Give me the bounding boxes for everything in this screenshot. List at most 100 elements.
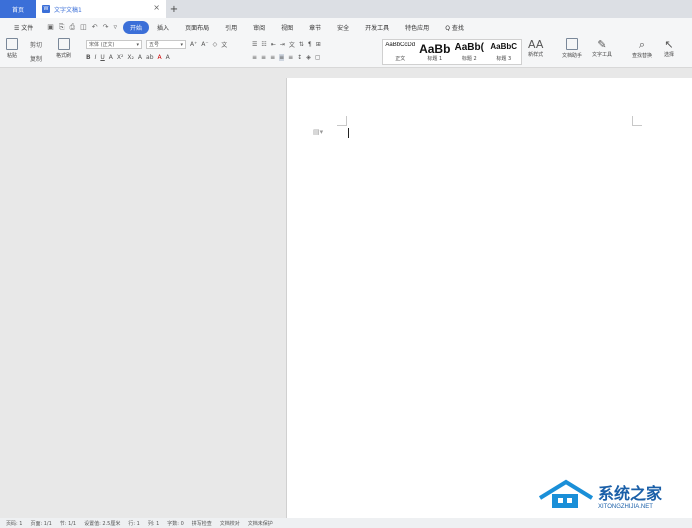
menu-bar: ☰ 文件 ▣ ⎘ ⎙ ◫ ↶ ↷ ▿ 开始 插入 页面布局 引用 审阅 视图 章…	[0, 18, 692, 36]
add-tab-button[interactable]: +	[166, 0, 182, 18]
tab-document[interactable]: W 文字文稿1 ×	[36, 0, 166, 18]
font-size-select[interactable]: 五号 ▾	[146, 40, 186, 49]
writer-icon: W	[42, 5, 50, 13]
file-menu[interactable]: ☰ 文件	[6, 23, 41, 32]
numbering-icon[interactable]: ☷	[261, 41, 266, 48]
paste-button[interactable]: 粘贴	[6, 38, 18, 59]
preview-icon[interactable]: ◫	[80, 23, 87, 32]
new-style-icon: AA	[528, 38, 544, 51]
copy-button[interactable]: 复制	[30, 54, 42, 63]
status-row: 行: 1	[128, 520, 140, 527]
distributed-icon[interactable]: ≡	[288, 54, 293, 61]
phonetic-icon[interactable]: 文	[221, 40, 227, 49]
font-row: 宋体 (正文) ▾ 五号 ▾ A⁺ A⁻ ◇ 文	[86, 40, 227, 49]
watermark: 系统之家 XITONGZHIJIA.NET	[536, 478, 662, 512]
font-name-value: 宋体 (正文)	[89, 42, 115, 48]
style-heading-2[interactable]: AaBb( 标题 2	[452, 40, 487, 64]
line-spacing-icon[interactable]: ↕	[297, 54, 302, 61]
text-cursor	[348, 128, 349, 138]
paragraph-handle-icon[interactable]: ▤▾	[313, 128, 323, 136]
status-column: 列: 1	[147, 520, 160, 527]
strikethrough-button[interactable]: A	[109, 54, 113, 61]
style-normal[interactable]: AaBbCcDd 正文	[383, 40, 418, 64]
redo-icon[interactable]: ↷	[103, 23, 109, 32]
menu-developer[interactable]: 开发工具	[357, 23, 397, 32]
table-icon[interactable]: ⊞	[316, 41, 321, 48]
menu-view[interactable]: 视图	[273, 23, 301, 32]
document-title: 文字文稿1	[54, 6, 82, 14]
house-logo-icon	[538, 479, 594, 508]
menu-references[interactable]: 引用	[217, 23, 245, 32]
menu-page-layout[interactable]: 页面布局	[177, 23, 217, 32]
print-icon[interactable]: ⎙	[70, 23, 76, 32]
style-sample: AaBb	[419, 42, 451, 55]
italic-button[interactable]: I	[95, 54, 97, 61]
border-icon[interactable]: ▢	[315, 54, 321, 61]
status-word-count[interactable]: 字数: 0	[167, 520, 183, 527]
font-color-button[interactable]: A	[158, 54, 162, 61]
doc-assistant-label: 文档助手	[562, 53, 583, 59]
paste-label: 粘贴	[6, 53, 17, 59]
style-heading-1[interactable]: AaBb 标题 1	[418, 40, 453, 64]
superscript-button[interactable]: X²	[117, 54, 124, 61]
show-marks-icon[interactable]: ¶	[308, 41, 312, 48]
status-protection[interactable]: 文档未保护	[248, 520, 273, 527]
style-name: 标题 2	[461, 56, 477, 62]
shading-icon[interactable]: ◈	[306, 54, 311, 61]
sort-icon[interactable]: ⇅	[299, 41, 304, 48]
tab-home[interactable]: 首页	[0, 0, 36, 18]
menu-insert[interactable]: 插入	[149, 23, 177, 32]
cursor-icon: ↖	[664, 38, 674, 51]
highlight-button[interactable]: ab	[146, 54, 154, 61]
menu-section[interactable]: 章节	[301, 23, 329, 32]
text-tools-button[interactable]: ✎ 文字工具	[592, 38, 612, 58]
bold-button[interactable]: B	[86, 54, 91, 61]
menu-review[interactable]: 审阅	[245, 23, 273, 32]
style-heading-3[interactable]: AaBbC 标题 3	[487, 40, 522, 64]
increase-indent-icon[interactable]: ⇥	[280, 41, 285, 48]
margin-mark-top-right	[632, 116, 642, 126]
menu-security[interactable]: 安全	[329, 23, 357, 32]
status-setting: 设置值: 2.5厘米	[84, 520, 121, 527]
document-page[interactable]: ▤▾	[286, 78, 692, 518]
document-icon	[566, 38, 578, 50]
search-icon: ⌕	[638, 38, 646, 51]
status-proofread[interactable]: 文档校对	[220, 520, 240, 527]
clear-format-icon[interactable]: ◇	[213, 41, 218, 48]
grow-font-icon[interactable]: A⁺	[190, 41, 197, 48]
format-painter-button[interactable]: 格式刷	[56, 38, 71, 59]
status-spell-check[interactable]: 拼写检查	[192, 520, 212, 527]
cut-button[interactable]: 剪切	[30, 40, 42, 49]
menu-start[interactable]: 开始	[123, 20, 150, 34]
align-right-icon[interactable]: ≡	[270, 54, 275, 61]
select-button[interactable]: ↖ 选择	[664, 38, 674, 58]
ribbon: 粘贴 剪切 复制 格式刷 宋体 (正文) ▾ 五号 ▾ A⁺ A⁻ ◇ 文 B …	[0, 36, 692, 68]
search-menu[interactable]: Q 查找	[437, 23, 472, 32]
clipboard-row-bottom: 复制	[30, 54, 42, 63]
paragraph-row-bottom: ≡ ≡ ≡ ≡ ≡ ↕ ◈ ▢	[252, 54, 320, 61]
subscript-button[interactable]: X₂	[127, 54, 134, 61]
select-label: 选择	[664, 52, 675, 58]
align-left-icon[interactable]: ≡	[252, 54, 257, 61]
save-icon[interactable]: ▣	[47, 23, 54, 32]
align-center-icon[interactable]: ≡	[261, 54, 266, 61]
style-sample: AaBbC	[490, 42, 518, 51]
font-name-select[interactable]: 宋体 (正文) ▾	[86, 40, 142, 49]
undo-icon[interactable]: ↶	[92, 23, 98, 32]
decrease-indent-icon[interactable]: ⇤	[271, 41, 276, 48]
close-icon[interactable]: ×	[153, 3, 160, 12]
doc-assistant-button[interactable]: 文档助手	[562, 38, 582, 59]
new-style-button[interactable]: AA 新样式	[528, 38, 543, 58]
char-border-button[interactable]: A	[166, 54, 170, 61]
underline-button[interactable]: U	[100, 54, 104, 61]
customize-icon[interactable]: ▿	[114, 23, 118, 32]
justify-icon[interactable]: ≡	[279, 54, 285, 61]
text-effect-button[interactable]: A	[138, 54, 142, 61]
new-style-label: 新样式	[528, 52, 544, 58]
export-icon[interactable]: ⎘	[59, 23, 65, 32]
chinese-layout-icon[interactable]: 文	[289, 40, 295, 49]
menu-features[interactable]: 特色应用	[397, 23, 437, 32]
bullets-icon[interactable]: ☰	[252, 41, 257, 48]
shrink-font-icon[interactable]: A⁻	[201, 41, 208, 48]
find-replace-button[interactable]: ⌕ 查找替换	[632, 38, 652, 59]
